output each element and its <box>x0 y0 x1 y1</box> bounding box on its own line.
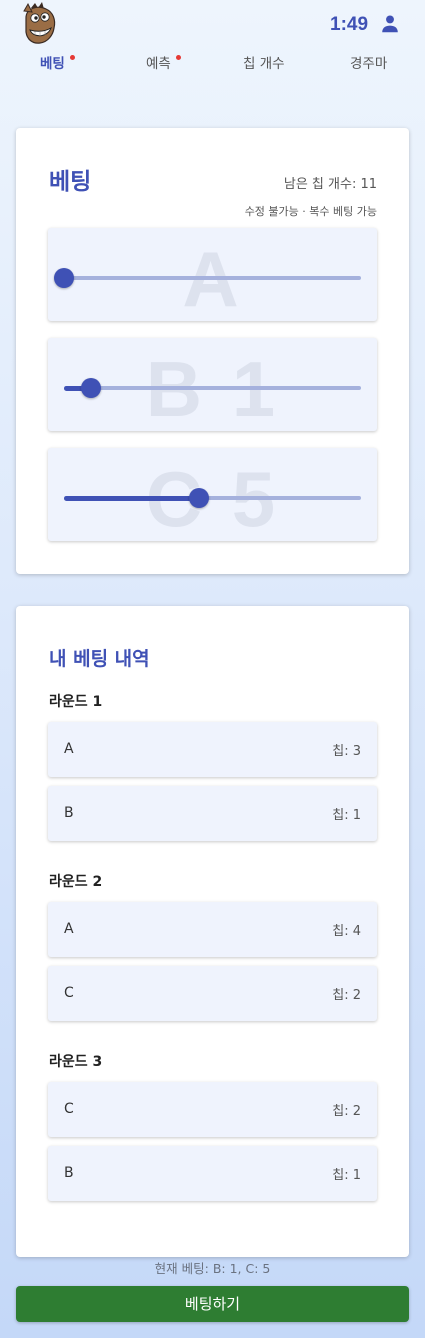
bet-horse: C <box>64 1101 74 1117</box>
tab-betting[interactable]: 베팅 <box>40 52 65 72</box>
slider-thumb[interactable] <box>189 488 209 508</box>
bet-history-item: A 칩: 3 <box>48 722 377 777</box>
bet-horse: C <box>64 985 74 1001</box>
tab-bar: 베팅 예측 칩 개수 경주마 <box>0 52 425 78</box>
history-title: 내 베팅 내역 <box>49 648 150 670</box>
bet-chips: 칩: 1 <box>332 1168 361 1183</box>
betting-card: 베팅 남은 칩 개수: 11 수정 불가능 · 복수 베팅 가능 A B 1 C… <box>16 128 409 574</box>
bet-horse: B <box>64 805 74 821</box>
place-bet-button[interactable]: 베팅하기 <box>16 1286 409 1322</box>
bet-horse: B <box>64 1165 74 1181</box>
round-label: 라운드 3 <box>49 1054 103 1070</box>
horse-b-slider-card: B 1 <box>48 338 377 431</box>
notification-dot <box>176 55 181 60</box>
horse-mascot-icon <box>23 2 56 44</box>
bet-horse: A <box>64 741 74 757</box>
remaining-chips: 남은 칩 개수: 11 <box>283 177 377 192</box>
round-label: 라운드 2 <box>49 874 103 890</box>
clock-time: 1:49 <box>330 14 369 35</box>
bet-chips: 칩: 2 <box>332 988 361 1003</box>
slider-thumb[interactable] <box>54 268 74 288</box>
bet-history-item: B 칩: 1 <box>48 786 377 841</box>
betting-note: 수정 불가능 · 복수 베팅 가능 <box>244 205 377 218</box>
tab-label: 경주마 <box>350 56 388 72</box>
bet-history-item: A 칩: 4 <box>48 902 377 957</box>
tab-label: 베팅 <box>40 56 65 72</box>
slider-track[interactable] <box>54 268 361 288</box>
bet-history-item: B 칩: 1 <box>48 1146 377 1201</box>
tab-label: 예측 <box>146 56 171 72</box>
bet-chips: 칩: 4 <box>332 924 361 939</box>
bet-horse: A <box>64 921 74 937</box>
horse-a-slider-card: A <box>48 228 377 321</box>
tab-label: 칩 개수 <box>243 56 285 72</box>
bet-chips: 칩: 2 <box>332 1104 361 1119</box>
tab-chip-count[interactable]: 칩 개수 <box>243 52 285 72</box>
slider-fill <box>64 495 199 501</box>
slider-track[interactable] <box>64 488 361 508</box>
current-bet-summary: 현재 베팅: B: 1, C: 5 <box>154 1261 271 1276</box>
round-label: 라운드 1 <box>49 694 103 710</box>
bet-chips: 칩: 1 <box>332 808 361 823</box>
betting-title: 베팅 <box>49 169 92 195</box>
tab-racehorses[interactable]: 경주마 <box>350 52 387 72</box>
tab-prediction[interactable]: 예측 <box>146 52 171 72</box>
notification-dot <box>70 55 75 60</box>
person-icon[interactable] <box>379 13 401 35</box>
bet-history-card: 내 베팅 내역 라운드 1 A 칩: 3 B 칩: 1 라운드 2 A 칩: 4… <box>16 606 409 1257</box>
slider-thumb[interactable] <box>81 378 101 398</box>
horse-c-slider-card: C 5 <box>48 448 377 541</box>
top-bar: 1:49 <box>0 0 425 50</box>
slider-track[interactable] <box>64 378 361 398</box>
bet-history-item: C 칩: 2 <box>48 966 377 1021</box>
bet-history-item: C 칩: 2 <box>48 1082 377 1137</box>
bet-chips: 칩: 3 <box>332 744 361 759</box>
